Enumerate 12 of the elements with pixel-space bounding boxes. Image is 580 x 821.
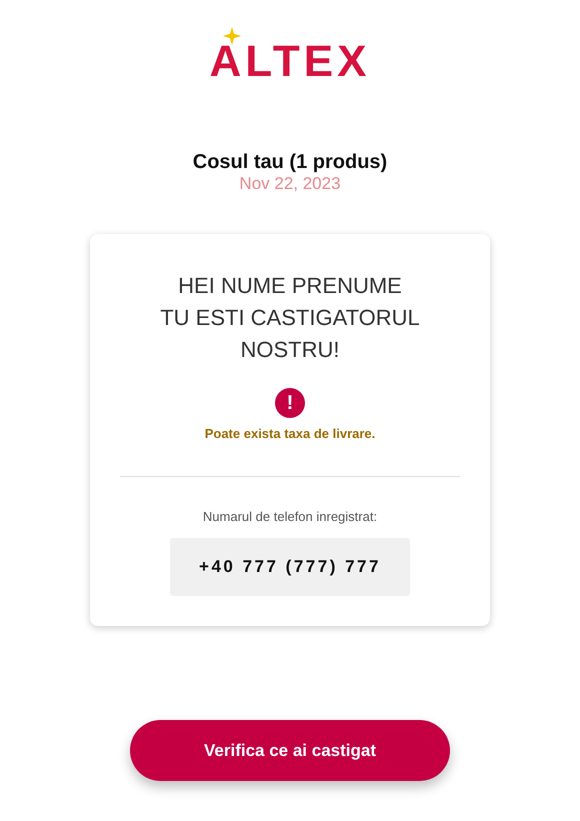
alert-icon: ! bbox=[275, 388, 305, 418]
phone-label: Numarul de telefon inregistrat: bbox=[202, 508, 378, 526]
heading-line: HEI NUME PRENUME bbox=[177, 272, 403, 300]
heading-line: TU ESTI CASTIGATORUL bbox=[159, 304, 421, 332]
phone-number: +40 777 (777) 777 bbox=[170, 538, 410, 596]
logo: ALTEX bbox=[210, 44, 370, 80]
cart-title: Cosul tau (1 produs) bbox=[192, 150, 388, 174]
star-icon bbox=[222, 26, 242, 46]
heading-line: NOSTRU! bbox=[240, 336, 340, 364]
check-prize-button[interactable]: Verifica ce ai castigat bbox=[130, 720, 450, 781]
delivery-notice: Poate exista taxa de livrare. bbox=[204, 425, 376, 444]
date: Nov 22, 2023 bbox=[238, 174, 342, 194]
